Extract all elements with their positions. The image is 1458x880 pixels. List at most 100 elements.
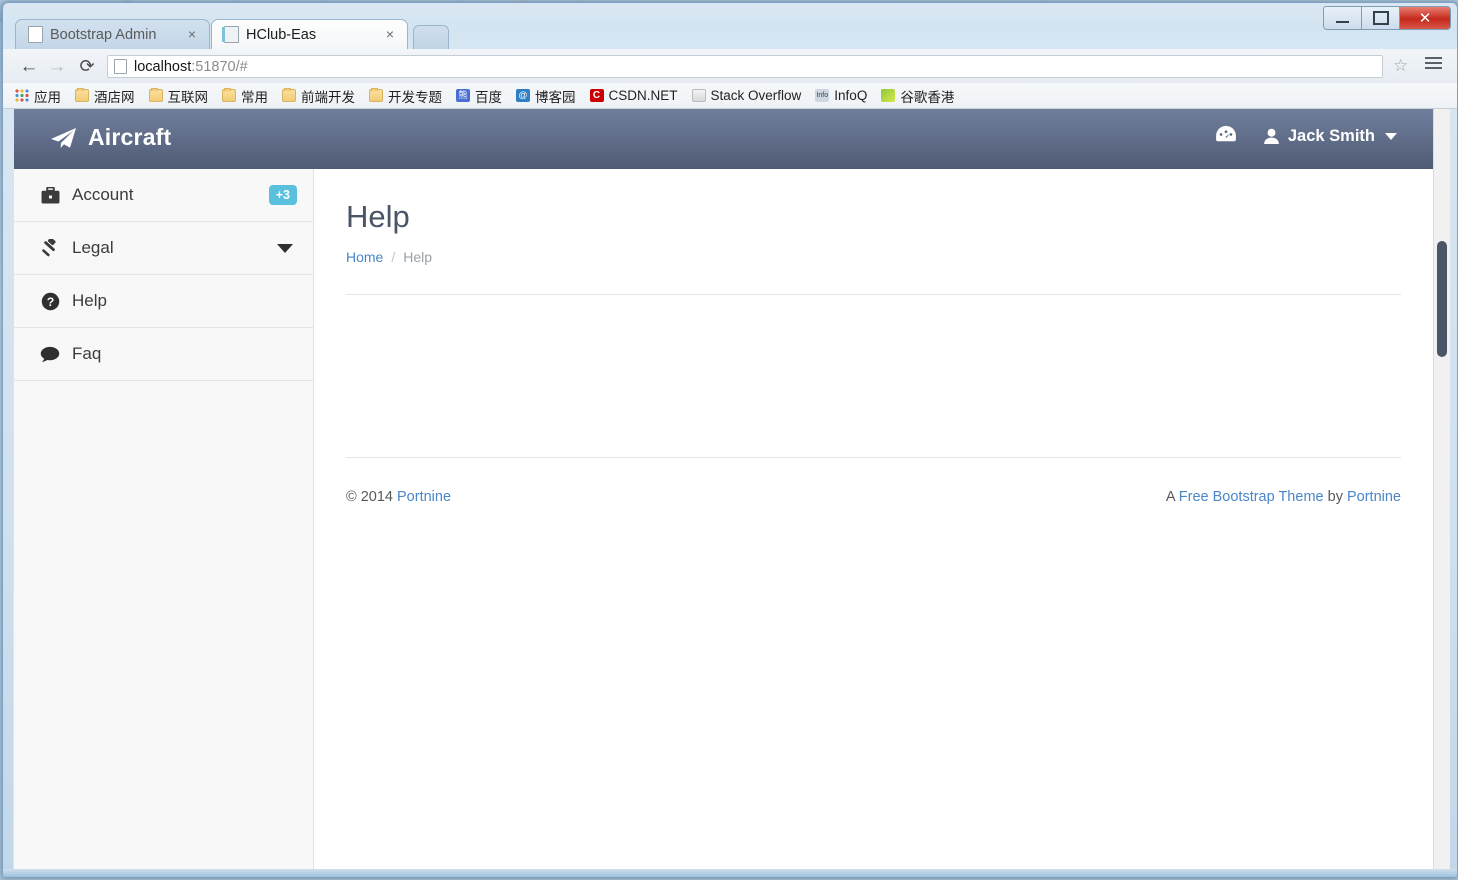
bookmark-label: 应用 <box>34 89 61 105</box>
sidebar-item-label: Help <box>72 291 107 310</box>
sidebar-item-legal[interactable]: Legal <box>14 222 313 275</box>
bookmark-infoq[interactable]: Info InfoQ <box>815 88 867 103</box>
breadcrumb: Home / Help <box>346 249 432 265</box>
sidebar-item-help[interactable]: ? Help <box>14 275 313 328</box>
brand-link[interactable]: Aircraft <box>50 124 171 151</box>
bookmark-folder-5[interactable]: 开发专题 <box>369 86 442 106</box>
footer-portnine-link-2[interactable]: Portnine <box>1347 489 1401 505</box>
close-window-button[interactable]: ✕ <box>1400 6 1451 30</box>
tab-title: Bootstrap Admin <box>50 26 157 43</box>
sidebar-badge-account: +3 <box>268 184 297 206</box>
bookmark-label: 博客园 <box>535 89 576 105</box>
tab-favicon <box>222 26 239 43</box>
browser-window: Bootstrap Admin × HClub-Eas × ✕ ← → ⟳ lo… <box>2 2 1458 878</box>
bookmark-folder-3[interactable]: 常用 <box>222 86 268 106</box>
breadcrumb-separator: / <box>391 249 396 265</box>
bookmark-label: 互联网 <box>167 89 209 105</box>
google-hk-icon <box>881 89 896 102</box>
paper-plane-icon <box>51 127 76 148</box>
window-bottom-edge <box>3 869 1457 877</box>
user-icon <box>1264 128 1279 145</box>
tab-favicon <box>28 26 43 43</box>
main-content: Help Home / Help © 2014 Portnine A Free … <box>314 169 1433 869</box>
browser-tab-hclub-eas[interactable]: HClub-Eas × <box>211 19 408 49</box>
page-scrollbar[interactable] <box>1433 109 1450 869</box>
sidebar-item-faq[interactable]: Faq <box>14 328 313 381</box>
chevron-down-icon <box>277 243 293 253</box>
apps-grid-icon <box>15 89 29 102</box>
footer-portnine-link[interactable]: Portnine <box>397 489 451 505</box>
footer-credit-prefix: A <box>1165 489 1175 505</box>
folder-icon <box>282 88 296 102</box>
bookmark-label: 谷歌香港 <box>900 89 955 105</box>
bookmark-folder-4[interactable]: 前端开发 <box>282 86 355 106</box>
tab-close-icon[interactable]: × <box>185 27 199 42</box>
tab-strip: Bootstrap Admin × HClub-Eas × ✕ <box>3 3 1457 50</box>
footer-credit: A Free Bootstrap Theme by Portnine <box>1166 489 1401 505</box>
bookmark-cnblogs[interactable]: @ 博客园 <box>516 86 576 106</box>
sidebar-item-label: Legal <box>72 238 114 257</box>
user-name-label: Jack Smith <box>1287 127 1375 145</box>
dashboard-gauge-icon[interactable] <box>1215 125 1237 148</box>
bookmark-google-hk[interactable]: 谷歌香港 <box>881 86 954 106</box>
chrome-menu-icon[interactable] <box>1425 57 1442 72</box>
page-footer: © 2014 Portnine A Free Bootstrap Theme b… <box>346 489 1401 505</box>
bookmark-label: Stack Overflow <box>710 88 802 103</box>
address-bar[interactable]: localhost:51870/# <box>107 55 1383 78</box>
brand-label: Aircraft <box>88 124 172 150</box>
footer-divider <box>346 457 1401 458</box>
folder-icon <box>222 88 236 102</box>
navbar-right: Jack Smith <box>1215 125 1397 148</box>
tab-close-icon[interactable]: × <box>383 27 397 42</box>
bookmark-csdn[interactable]: C CSDN.NET <box>589 88 678 103</box>
page-scrollbar-thumb[interactable] <box>1437 241 1447 357</box>
sidebar-item-label: Faq <box>72 344 102 363</box>
caret-down-icon <box>1385 133 1397 140</box>
breadcrumb-home-link[interactable]: Home <box>346 249 383 265</box>
bookmark-label: InfoQ <box>834 88 868 103</box>
window-controls: ✕ <box>1323 6 1451 30</box>
bookmark-label: CSDN.NET <box>608 88 678 103</box>
bookmark-folder-2[interactable]: 互联网 <box>148 86 209 106</box>
footer-theme-link[interactable]: Free Bootstrap Theme <box>1179 489 1324 505</box>
bookmark-label: 酒店网 <box>94 89 135 105</box>
baidu-icon: 熊 <box>456 89 470 102</box>
csdn-icon: C <box>589 89 604 102</box>
bookmark-label: 前端开发 <box>301 89 355 105</box>
folder-icon <box>148 88 163 102</box>
bookmark-label: 开发专题 <box>388 89 442 105</box>
svg-text:?: ? <box>46 295 54 309</box>
page-document-icon <box>114 59 127 74</box>
user-menu-dropdown[interactable]: Jack Smith <box>1263 127 1397 146</box>
bookmark-apps[interactable]: 应用 <box>15 86 61 106</box>
back-icon[interactable]: ← <box>17 55 41 77</box>
sidebar-item-label: Account <box>72 185 134 204</box>
bookmark-label: 百度 <box>475 89 502 105</box>
minimize-button[interactable] <box>1323 6 1362 30</box>
url-path: :51870/# <box>191 58 248 75</box>
browser-toolbar: ← → ⟳ localhost:51870/# ☆ <box>3 49 1457 84</box>
bookmark-stack-overflow[interactable]: Stack Overflow <box>691 88 802 103</box>
briefcase-icon <box>38 186 62 204</box>
comment-icon <box>38 346 62 363</box>
bookmark-folder-1[interactable]: 酒店网 <box>75 86 135 106</box>
browser-tab-bootstrap-admin[interactable]: Bootstrap Admin × <box>15 19 210 49</box>
forward-icon[interactable]: → <box>45 55 69 77</box>
address-bar-url: localhost:51870/# <box>134 59 248 75</box>
app-navbar: Aircraft Jack Smith <box>14 109 1433 170</box>
folder-icon <box>369 88 383 102</box>
maximize-button[interactable] <box>1362 6 1400 30</box>
footer-credit-mid: by <box>1327 489 1343 505</box>
sidebar-item-account[interactable]: Account +3 <box>14 169 313 222</box>
bookmark-label: 常用 <box>241 89 268 105</box>
page-title: Help <box>346 199 410 234</box>
page-viewport: Aircraft Jack Smith Account +3 Legal ? H… <box>13 109 1450 869</box>
bookmark-baidu[interactable]: 熊 百度 <box>456 86 502 106</box>
footer-copyright-text: © 2014 <box>346 489 393 505</box>
reload-icon[interactable]: ⟳ <box>75 55 99 77</box>
bookmark-star-icon[interactable]: ☆ <box>1393 56 1408 76</box>
new-tab-button[interactable] <box>413 25 449 50</box>
question-circle-icon: ? <box>38 292 62 311</box>
breadcrumb-current: Help <box>403 249 433 265</box>
stackoverflow-icon <box>691 89 706 102</box>
